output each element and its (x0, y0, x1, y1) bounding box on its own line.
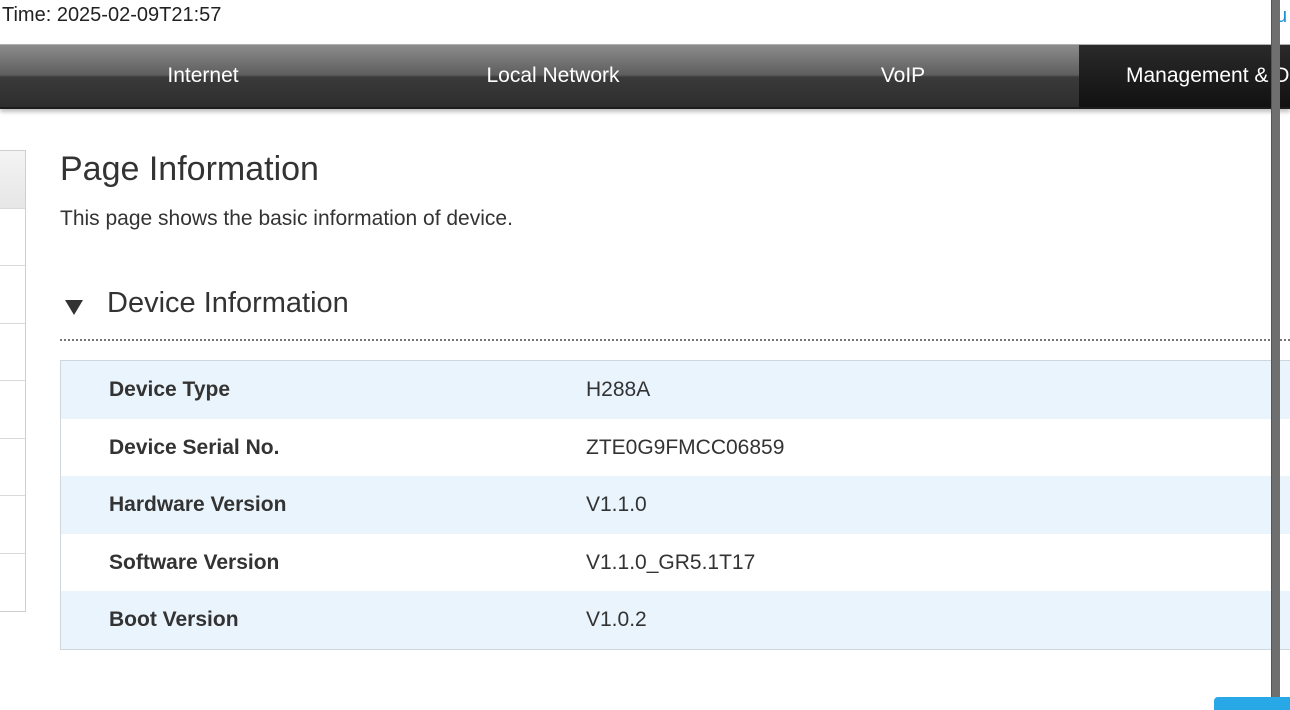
table-row: Boot Version V1.0.2 (61, 591, 1290, 649)
left-menu (0, 150, 26, 612)
section-title: Device Information (107, 287, 349, 319)
row-value: V1.1.0 (586, 493, 647, 516)
left-menu-item[interactable] (0, 554, 25, 612)
time-label: Time: 2025-02-09T21:57 (2, 4, 222, 26)
collapse-arrow-icon (65, 300, 83, 315)
row-label: Device Serial No. (109, 435, 280, 459)
table-row: Device Serial No. ZTE0G9FMCC06859 (61, 418, 1290, 476)
refresh-button[interactable] (1214, 697, 1290, 710)
left-menu-item[interactable] (0, 381, 25, 439)
row-value: V1.0.2 (586, 608, 647, 631)
page-description: This page shows the basic information of… (60, 207, 513, 230)
row-label: Boot Version (109, 608, 239, 631)
table-row: Hardware Version V1.1.0 (61, 476, 1290, 534)
row-label: Hardware Version (109, 493, 287, 516)
device-information-section-header[interactable]: Device Information (60, 283, 1290, 341)
row-value: ZTE0G9FMCC06859 (586, 435, 785, 459)
row-value: H288A (586, 378, 651, 401)
device-info-table: Device Type H288A Device Serial No. ZTE0… (60, 360, 1290, 650)
nav-item-management-label: Management & D (1126, 64, 1290, 87)
table-row: Device Type H288A (61, 361, 1290, 419)
nav-item-management[interactable]: Management & D (1079, 45, 1290, 107)
nav-item-internet[interactable]: Internet (105, 45, 301, 107)
page-title: Page Information (60, 150, 319, 188)
nav-item-voip[interactable]: VoIP (840, 45, 966, 107)
main-navbar: Internet Local Network VoIP Management &… (0, 44, 1290, 109)
row-value: V1.1.0_GR5.1T17 (586, 550, 756, 574)
table-row: Software Version V1.1.0_GR5.1T17 (61, 533, 1290, 591)
left-menu-item[interactable] (0, 496, 25, 554)
row-label: Device Type (109, 378, 231, 401)
row-label: Software Version (109, 550, 280, 574)
left-menu-item[interactable] (0, 209, 25, 266)
left-menu-item[interactable] (0, 324, 25, 381)
left-menu-item[interactable] (0, 266, 25, 324)
vertical-scrollbar[interactable] (1271, 0, 1280, 710)
left-menu-item[interactable] (0, 151, 25, 209)
nav-item-local-network[interactable]: Local Network (435, 45, 671, 107)
left-menu-item[interactable] (0, 439, 25, 496)
